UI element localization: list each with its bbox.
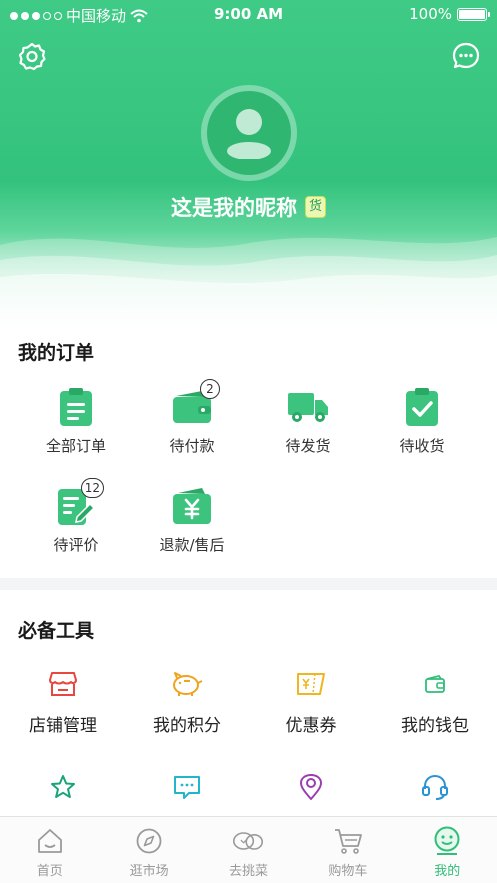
gear-icon bbox=[18, 42, 46, 71]
pending-payment-count-badge: 2 bbox=[200, 379, 220, 399]
tab-pick-vegetables[interactable]: 去挑菜 bbox=[199, 817, 298, 883]
order-pending-receipt[interactable]: 待收货 bbox=[360, 385, 484, 456]
tab-market-label: 逛市场 bbox=[129, 864, 169, 879]
order-pending-shipment[interactable]: 待发货 bbox=[246, 385, 370, 456]
battery-icon bbox=[457, 7, 490, 21]
message-button[interactable] bbox=[449, 39, 483, 73]
section-divider bbox=[0, 578, 497, 590]
order-refund[interactable]: 退款/售后 bbox=[130, 484, 254, 555]
home-icon bbox=[37, 829, 62, 853]
status-bar: 中国移动 9:00 AM 100% bbox=[0, 0, 497, 30]
wallet-icon bbox=[425, 674, 445, 693]
order-pending-payment-label: 待付款 bbox=[169, 437, 215, 455]
tool-store-management[interactable]: 店铺管理 bbox=[1, 667, 125, 736]
profile-header: 中国移动 9:00 AM 100% 这是我的昵称 货 bbox=[0, 0, 497, 330]
coupon-icon bbox=[297, 673, 325, 695]
order-all-label: 全部订单 bbox=[45, 437, 106, 455]
tab-home[interactable]: 首页 bbox=[0, 817, 99, 883]
tab-me-label: 我的 bbox=[434, 864, 461, 879]
header-wave-decoration bbox=[0, 237, 497, 330]
tool-coupons-label: 优惠券 bbox=[285, 716, 337, 736]
order-pending-receipt-label: 待收货 bbox=[399, 437, 445, 455]
order-pending-review-label: 待评价 bbox=[53, 536, 99, 554]
tab-market[interactable]: 逛市场 bbox=[99, 817, 198, 883]
tool-coupons[interactable]: 优惠券 bbox=[249, 667, 373, 736]
vegetable-icon bbox=[233, 832, 264, 850]
tab-pick-vegetables-label: 去挑菜 bbox=[228, 864, 268, 879]
tab-home-label: 首页 bbox=[36, 864, 63, 879]
tool-customer-service[interactable] bbox=[373, 770, 497, 804]
pending-review-count-badge: 12 bbox=[80, 478, 104, 498]
tab-me[interactable]: 我的 bbox=[398, 817, 497, 883]
star-icon bbox=[51, 775, 75, 798]
merchant-badge: 货 bbox=[304, 196, 326, 218]
tab-cart-label: 购物车 bbox=[328, 864, 368, 879]
tool-store-management-label: 店铺管理 bbox=[29, 716, 97, 736]
tab-cart[interactable]: 购物车 bbox=[298, 817, 397, 883]
refund-wallet-icon bbox=[173, 488, 211, 524]
nickname[interactable]: 这是我的昵称 bbox=[171, 192, 297, 222]
bottom-tab-bar: 首页 逛市场 去挑菜 购物车 我的 bbox=[0, 816, 497, 883]
location-icon bbox=[300, 774, 322, 800]
tool-points[interactable]: 我的积分 bbox=[125, 667, 249, 736]
tool-wallet-label: 我的钱包 bbox=[401, 716, 469, 736]
clipboard-icon bbox=[60, 388, 92, 426]
piggy-bank-icon bbox=[173, 672, 203, 696]
order-refund-label: 退款/售后 bbox=[159, 536, 225, 554]
tool-address[interactable] bbox=[249, 770, 373, 804]
clipboard-check-icon bbox=[406, 388, 438, 426]
tool-messages[interactable] bbox=[125, 770, 249, 804]
avatar[interactable] bbox=[201, 85, 297, 181]
tool-favorites[interactable] bbox=[1, 770, 125, 804]
truck-icon bbox=[288, 393, 328, 422]
tool-wallet[interactable]: 我的钱包 bbox=[373, 667, 497, 736]
smiley-icon bbox=[434, 826, 460, 855]
order-pending-review[interactable]: 12 待评价 bbox=[14, 478, 138, 555]
user-icon bbox=[227, 109, 271, 159]
tools-section-title: 必备工具 bbox=[18, 620, 95, 642]
tool-points-label: 我的积分 bbox=[153, 716, 221, 736]
store-icon bbox=[49, 672, 77, 696]
headset-icon bbox=[422, 774, 448, 800]
orders-section-title: 我的订单 bbox=[18, 342, 95, 364]
settings-button[interactable] bbox=[15, 39, 49, 73]
order-pending-shipment-label: 待发货 bbox=[285, 437, 331, 455]
order-pending-payment[interactable]: 2 待付款 bbox=[130, 379, 254, 456]
chat-bubble-icon bbox=[452, 42, 480, 69]
compass-icon bbox=[136, 828, 162, 854]
message-icon bbox=[174, 776, 200, 799]
cart-icon bbox=[334, 829, 362, 854]
order-all[interactable]: 全部订单 bbox=[14, 385, 138, 456]
battery-percent: 100% bbox=[409, 5, 452, 23]
